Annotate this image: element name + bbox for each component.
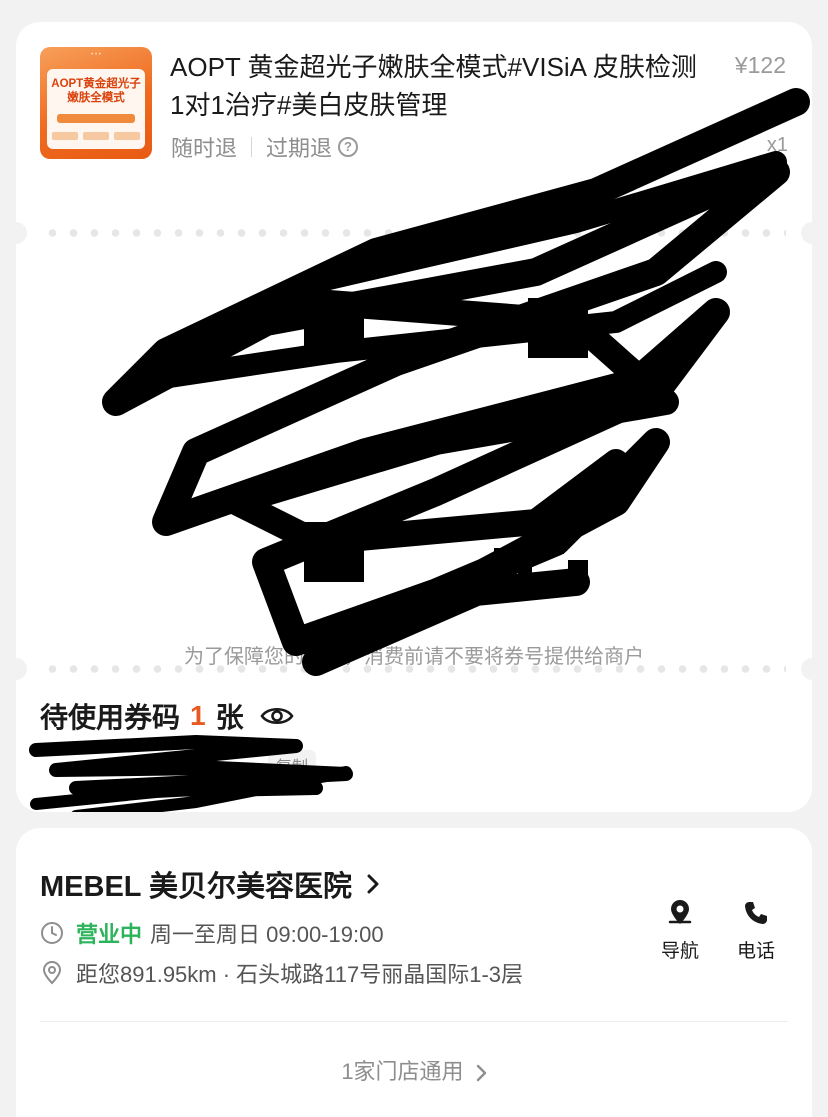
- product-price: ¥122: [734, 52, 786, 78]
- open-status: 营业中: [76, 922, 143, 947]
- shop-name-link[interactable]: MEBEL 美贝尔美容医院: [40, 866, 380, 903]
- tag-refund-anytime: 随时退: [171, 136, 238, 161]
- pending-voucher-header: 待使用券码 1 张: [40, 698, 294, 734]
- voucher-code: [40, 752, 260, 778]
- shop-card: MEBEL 美贝尔美容医院 营业中 周一至周日 09:00-19:00 距您89…: [16, 828, 812, 1117]
- location-icon: [42, 961, 62, 985]
- stores-label: 1家门店通用: [341, 1059, 464, 1084]
- refund-tags: 随时退 过期退 ?: [171, 132, 359, 162]
- hours-text: 周一至周日 09:00-19:00: [150, 922, 384, 947]
- perforation-divider: [5, 222, 823, 244]
- pending-label: 待使用券码: [40, 702, 181, 733]
- tag-divider: [251, 137, 253, 157]
- clock-icon: [41, 922, 63, 944]
- business-hours: 营业中 周一至周日 09:00-19:00: [40, 918, 384, 948]
- call-button[interactable]: 电话: [726, 898, 786, 963]
- call-label: 电话: [736, 941, 775, 962]
- voucher-card: • • • AOPT黄金超光子嫩肤全模式 AOPT 黄金超光子嫩肤全模式#VIS…: [5, 22, 823, 812]
- applicable-stores-link[interactable]: 1家门店通用: [16, 1054, 812, 1086]
- voucher-code-row: 复制: [40, 750, 317, 780]
- eye-icon[interactable]: [260, 705, 294, 727]
- product-thumbnail[interactable]: • • • AOPT黄金超光子嫩肤全模式: [40, 47, 152, 159]
- copy-button[interactable]: 复制: [268, 750, 317, 780]
- chevron-right-icon: [367, 874, 379, 894]
- divider: [40, 1021, 788, 1022]
- question-circle-icon[interactable]: ?: [338, 137, 359, 157]
- pending-unit: 张: [215, 702, 244, 733]
- location-pin-icon: [668, 900, 692, 924]
- product-quantity: x1: [766, 134, 788, 156]
- thumbnail-text: AOPT黄金超光子嫩肤全模式: [51, 78, 141, 104]
- tag-refund-expired: 过期退: [266, 136, 333, 161]
- product-title[interactable]: AOPT 黄金超光子嫩肤全模式#VISiA 皮肤检测1对1治疗#美白皮肤管理: [170, 48, 710, 124]
- shop-address: 距您891.95km · 石头城路117号丽晶国际1-3层: [40, 958, 523, 988]
- pending-count: 1: [190, 700, 206, 731]
- qr-code[interactable]: [304, 298, 588, 582]
- navigate-button[interactable]: 导航: [650, 898, 710, 963]
- navigate-label: 导航: [660, 941, 699, 962]
- address-text: 距您891.95km · 石头城路117号丽晶国际1-3层: [76, 962, 524, 987]
- phone-icon: [745, 902, 767, 924]
- perforation-divider: [5, 658, 823, 680]
- qr-code-area: 为了保障您的权益，消费前请不要将券号提供给商户: [16, 262, 812, 682]
- shop-name: MEBEL 美贝尔美容医院: [40, 871, 353, 903]
- chevron-right-icon: [476, 1064, 486, 1082]
